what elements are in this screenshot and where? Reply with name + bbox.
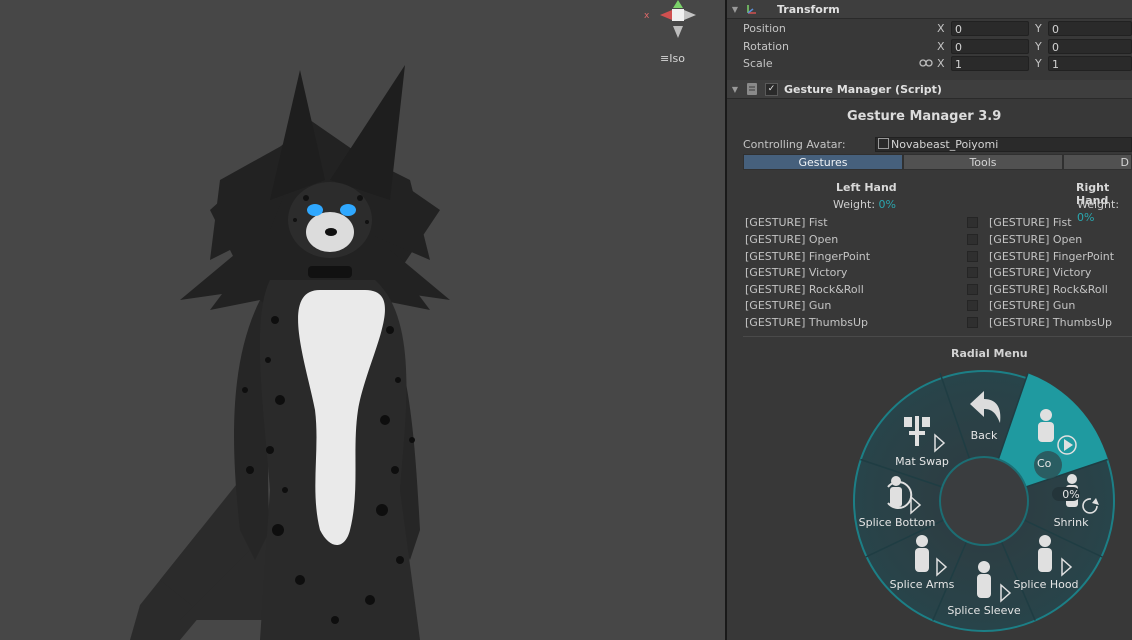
left-gesture-fist[interactable]: [GESTURE] Fist xyxy=(745,216,828,229)
radial-menu-title: Radial Menu xyxy=(951,347,1028,360)
controlling-avatar-label: Controlling Avatar: xyxy=(743,138,846,151)
rotation-y-axis: Y xyxy=(1035,40,1042,53)
scale-y-axis: Y xyxy=(1035,57,1042,70)
fold-icon[interactable]: ▼ xyxy=(727,5,743,14)
position-row: Position X 0 Y 0 xyxy=(743,21,1132,37)
radial-shrink-label: Shrink xyxy=(1054,516,1090,529)
gizmo-axis-label: x xyxy=(644,11,650,21)
controlling-avatar-field[interactable]: Novabeast_Poiyomi xyxy=(875,137,1132,152)
person-icon xyxy=(1038,535,1052,572)
right-gesture-open[interactable]: [GESTURE] Open xyxy=(989,233,1082,246)
left-gesture-open[interactable]: [GESTURE] Open xyxy=(745,233,838,246)
hamburger-icon: ≡ xyxy=(660,52,670,65)
section-divider xyxy=(743,336,1132,337)
radial-splice-bottom-label: Splice Bottom xyxy=(859,516,936,529)
person-icon xyxy=(1038,409,1054,442)
right-gesture-fist[interactable]: [GESTURE] Fist xyxy=(989,216,1072,229)
radial-center[interactable] xyxy=(939,456,1029,546)
position-x-axis: X xyxy=(937,22,945,35)
scale-x-axis: X xyxy=(937,57,945,70)
scale-label: Scale xyxy=(743,57,773,70)
radial-shrink-value: 0% xyxy=(1062,488,1079,501)
radial-splice-hood-label: Splice Hood xyxy=(1013,578,1078,591)
rotation-x-axis: X xyxy=(937,40,945,53)
right-hand-weight: Weight: 0% xyxy=(1077,198,1132,224)
left-weight-value: 0% xyxy=(878,198,896,211)
person-icon xyxy=(915,535,929,572)
gesture-manager-header[interactable]: ▼ ✓ Gesture Manager (Script) xyxy=(727,80,1132,99)
transform-icon xyxy=(747,5,756,14)
radial-splice-arms-label: Splice Arms xyxy=(890,578,955,591)
gesture-manager-header-title: Gesture Manager (Script) xyxy=(784,82,942,96)
enabled-checkbox[interactable]: ✓ xyxy=(765,82,778,96)
gesture-checkbox[interactable] xyxy=(967,267,978,278)
orientation-gizmo[interactable]: x xyxy=(640,0,716,44)
rotation-y-field[interactable]: 0 xyxy=(1048,39,1132,54)
left-gesture-victory[interactable]: [GESTURE] Victory xyxy=(745,266,847,279)
gesture-checkbox[interactable] xyxy=(967,317,978,328)
left-hand-title: Left Hand xyxy=(836,181,897,194)
scene-view[interactable]: x ≡Iso xyxy=(0,0,725,640)
position-y-axis: Y xyxy=(1035,22,1042,35)
radial-splice-sleeve-label: Splice Sleeve xyxy=(947,604,1020,617)
left-gesture-fingerpoint[interactable]: [GESTURE] FingerPoint xyxy=(745,250,870,263)
script-icon xyxy=(747,83,757,95)
right-weight-label: Weight: xyxy=(1077,198,1120,211)
scale-row: Scale X 1 Y 1 xyxy=(743,56,1132,72)
left-gesture-gun[interactable]: [GESTURE] Gun xyxy=(745,299,831,312)
position-y-field[interactable]: 0 xyxy=(1048,21,1132,36)
right-gesture-fingerpoint[interactable]: [GESTURE] FingerPoint xyxy=(989,250,1114,263)
transform-header[interactable]: ▼ Transform xyxy=(727,0,1132,19)
left-weight-label: Weight: xyxy=(833,198,876,211)
radial-top-right-label: Co xyxy=(1037,457,1052,470)
avatar-object-icon xyxy=(878,138,889,149)
projection-toggle[interactable]: ≡Iso xyxy=(660,52,685,65)
right-gesture-rockroll[interactable]: [GESTURE] Rock&Roll xyxy=(989,283,1108,296)
left-hand-weight: Weight: 0% xyxy=(833,198,896,211)
controlling-avatar-value: Novabeast_Poiyomi xyxy=(891,138,999,151)
right-weight-value: 0% xyxy=(1077,211,1095,224)
transform-title: Transform xyxy=(777,2,840,16)
gesture-checkbox[interactable] xyxy=(967,251,978,262)
person-icon xyxy=(977,561,991,598)
fold-icon[interactable]: ▼ xyxy=(727,85,743,94)
gesture-checkbox[interactable] xyxy=(967,284,978,295)
right-gesture-victory[interactable]: [GESTURE] Victory xyxy=(989,266,1091,279)
tab-gestures[interactable]: Gestures xyxy=(743,154,903,170)
right-gesture-thumbsup[interactable]: [GESTURE] ThumbsUp xyxy=(989,316,1112,329)
position-label: Position xyxy=(743,22,786,35)
tab-tools[interactable]: Tools xyxy=(903,154,1063,170)
gesture-checkbox[interactable] xyxy=(967,217,978,228)
right-gesture-gun[interactable]: [GESTURE] Gun xyxy=(989,299,1075,312)
gesture-checkbox[interactable] xyxy=(967,300,978,311)
inspector-panel: ▼ Transform Position X 0 Y 0 Rotation X … xyxy=(727,0,1132,640)
radial-back-label: Back xyxy=(971,429,998,442)
projection-label: Iso xyxy=(669,52,685,65)
position-x-field[interactable]: 0 xyxy=(951,21,1029,36)
left-gesture-rockroll[interactable]: [GESTURE] Rock&Roll xyxy=(745,283,864,296)
radial-menu[interactable]: Back Co 0% Shrink Splice Hood Splice Sle… xyxy=(852,369,1116,633)
avatar-model xyxy=(130,65,450,640)
tab-bar: Gestures Tools D xyxy=(743,154,1132,170)
rotation-label: Rotation xyxy=(743,40,790,53)
scale-y-field[interactable]: 1 xyxy=(1048,56,1132,71)
left-gesture-thumbsup[interactable]: [GESTURE] ThumbsUp xyxy=(745,316,868,329)
radial-mat-swap-label: Mat Swap xyxy=(895,455,949,468)
gesture-checkbox[interactable] xyxy=(967,234,978,245)
gesture-manager-title: Gesture Manager 3.9 xyxy=(847,109,1002,124)
rotation-x-field[interactable]: 0 xyxy=(951,39,1029,54)
avatar-ears xyxy=(270,65,405,200)
tab-debug[interactable]: D xyxy=(1063,154,1132,170)
scale-x-field[interactable]: 1 xyxy=(951,56,1029,71)
link-icon[interactable] xyxy=(919,56,933,70)
rotation-row: Rotation X 0 Y 0 xyxy=(743,39,1132,55)
